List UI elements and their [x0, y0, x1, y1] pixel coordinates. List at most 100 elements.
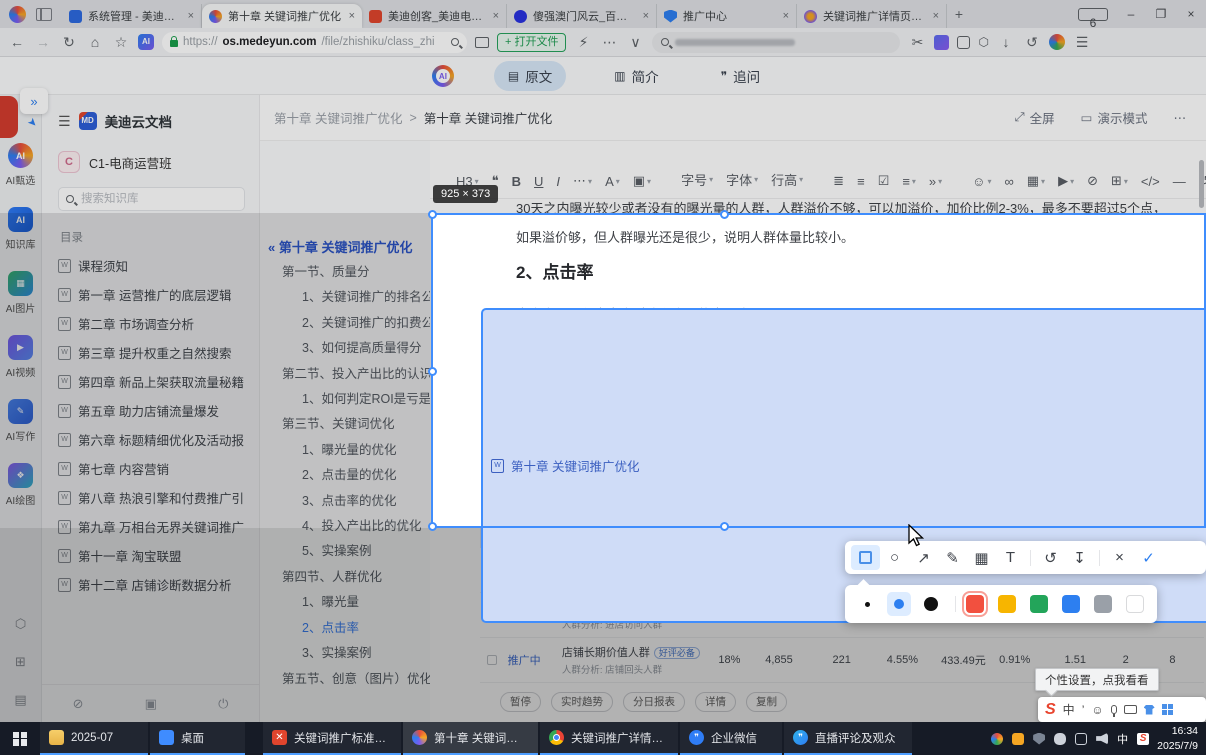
- sidebar-item-ch8[interactable]: W 第八章 热浪引擎和付费推广引: [50, 483, 251, 512]
- detail-button[interactable]: 详情: [695, 692, 736, 712]
- sidebar-item-notice[interactable]: W 课程须知: [50, 251, 251, 280]
- browser-tab[interactable]: 推广中心 ×: [657, 4, 797, 28]
- history-icon[interactable]: ↺: [1023, 34, 1041, 51]
- taskbar-clock[interactable]: 16:34 2025/7/9: [1155, 722, 1206, 755]
- search-icon[interactable]: [451, 38, 459, 46]
- nav-item[interactable]: 2、点击量的优化: [260, 463, 430, 488]
- rail-item-knowledge[interactable]: AI 知识库: [6, 207, 36, 251]
- profile-avatar[interactable]: [1048, 34, 1065, 50]
- ime-toolbox-icon[interactable]: [1161, 704, 1173, 715]
- underline-icon[interactable]: U: [534, 174, 543, 189]
- annotation-box[interactable]: [527, 321, 721, 348]
- sidebar-item-ch11[interactable]: W 第十一章 淘宝联盟: [50, 541, 251, 570]
- skin-icon[interactable]: [1143, 704, 1155, 715]
- collapse-up-icon[interactable]: »: [20, 88, 48, 114]
- more-actions-button[interactable]: ⋯: [1174, 110, 1187, 125]
- nav-item[interactable]: 1、曝光量: [260, 590, 430, 615]
- browser-tab[interactable]: 傻强澳门风云_百度搜索 ×: [507, 4, 657, 28]
- sidebar-item-ch9[interactable]: W 第九章 万相台无界关键词推广: [50, 512, 251, 541]
- window-layout-icon[interactable]: [36, 8, 52, 21]
- nav-item[interactable]: 第一节、质量分: [260, 260, 430, 285]
- space-row[interactable]: C C1-电商运营班: [42, 141, 259, 181]
- resize-handle[interactable]: [816, 386, 824, 395]
- color-swatch-red-selected[interactable]: [962, 591, 988, 617]
- edit-icon[interactable]: ⊘: [73, 696, 84, 712]
- punctuation-icon[interactable]: ’: [1082, 704, 1085, 716]
- tray-volume-icon[interactable]: [1096, 732, 1109, 745]
- col-header[interactable]: 推广人群: [559, 530, 715, 545]
- tab-close-icon[interactable]: ×: [493, 10, 499, 22]
- rail-item-ai-select[interactable]: AI AI甄选: [6, 143, 35, 187]
- sidebar-item-ch7[interactable]: W 第七章 内容营销: [50, 454, 251, 483]
- ime-mode-toggle[interactable]: 中: [1063, 704, 1075, 716]
- chevron-down-icon[interactable]: ∨: [626, 34, 644, 51]
- tab-close-icon[interactable]: ×: [643, 10, 649, 22]
- rail-item-ai-video[interactable]: ▶ AI视频: [6, 335, 35, 379]
- nav-item[interactable]: 3、点击率的优化: [260, 489, 430, 514]
- tab-ask[interactable]: ❞ 追问: [707, 61, 774, 91]
- taskbar-app-folder[interactable]: 2025-07: [40, 722, 148, 755]
- tray-display-icon[interactable]: [1075, 732, 1088, 745]
- brush-size-small[interactable]: [855, 592, 879, 616]
- nav-item[interactable]: 4、投入产出比的优化（观察7天/15: [260, 514, 496, 539]
- present-mode-button[interactable]: ▭ 演示模式: [1081, 108, 1148, 127]
- audience-name[interactable]: 优质人群扩展: [562, 564, 628, 576]
- undo-tool[interactable]: ↺: [1036, 545, 1065, 570]
- insert-image-icon[interactable]: ▦ ▾: [1027, 173, 1045, 189]
- annotation-box[interactable]: [725, 317, 912, 350]
- taskbar-app-doc[interactable]: ✕ 关键词推广标准计...: [263, 722, 401, 755]
- sidebar-item-ch1[interactable]: W 第一章 运营推广的底层逻辑: [50, 280, 251, 309]
- start-button[interactable]: [0, 722, 40, 755]
- nav-item-active[interactable]: 2、点击率: [260, 616, 430, 641]
- scrollbar-thumb[interactable]: [1199, 160, 1204, 208]
- table-icon[interactable]: ⊞ ▾: [1111, 173, 1128, 189]
- taskbar-app-wecom[interactable]: ❞ 企业微信: [680, 722, 782, 755]
- toolbar-search-input[interactable]: [652, 31, 901, 53]
- realtime-trend-button[interactable]: 实时趋势: [551, 692, 613, 712]
- close-button[interactable]: ×: [1176, 0, 1206, 28]
- taskbar-app-chrome[interactable]: 关键词推广详情页...: [540, 722, 678, 755]
- col-header[interactable]: 展现量: [762, 530, 829, 545]
- color-swatch-blue[interactable]: [1062, 595, 1080, 613]
- breadcrumb-parent[interactable]: 第十章 关键词推广优化: [274, 108, 402, 127]
- puzzle-icon[interactable]: ⬡: [15, 616, 26, 632]
- insert-video-icon[interactable]: ▶ ▾: [1058, 173, 1074, 189]
- nav-item[interactable]: 第五节、创意（图片）优化: [260, 667, 432, 692]
- reading-mode-icon[interactable]: [957, 35, 971, 49]
- pen-tool[interactable]: ✎: [938, 545, 967, 570]
- nav-item[interactable]: 3、如何提高质量得分: [260, 336, 430, 361]
- browser-tab-active[interactable]: 第十章 关键词推广优化 ×: [202, 4, 362, 28]
- download-icon[interactable]: ↓: [997, 34, 1015, 50]
- bullet-list-icon[interactable]: ≣: [833, 173, 844, 189]
- nav-item[interactable]: 第三节、关键词优化: [260, 412, 430, 437]
- tray-browser-icon[interactable]: [991, 732, 1004, 745]
- tab-close-icon[interactable]: ×: [933, 10, 939, 22]
- annotation-box[interactable]: [1075, 315, 1182, 352]
- rail-item-ai-writing[interactable]: ✎ AI写作: [6, 399, 35, 443]
- tab-close-icon[interactable]: ×: [783, 10, 789, 22]
- resize-handle[interactable]: [816, 405, 824, 413]
- cancel-capture-button[interactable]: ×: [1105, 545, 1134, 570]
- taskbar-app-desktop[interactable]: 桌面: [150, 722, 245, 755]
- highlight-icon[interactable]: ▣ ▾: [633, 173, 651, 189]
- row-checkbox[interactable]: [487, 565, 498, 575]
- power-icon[interactable]: ⏻: [218, 696, 228, 712]
- more-icon[interactable]: ⋯: [600, 34, 618, 51]
- annotation-box[interactable]: [917, 311, 1073, 350]
- knowledge-search[interactable]: [58, 187, 245, 211]
- scissors-icon[interactable]: ✂: [908, 34, 926, 51]
- browser-tab[interactable]: 系统管理 - 美迪云管理 ×: [62, 4, 202, 28]
- new-tab-button[interactable]: +: [947, 6, 971, 28]
- select-all-checkbox[interactable]: [487, 532, 498, 542]
- nav-item[interactable]: 3、实操案例: [260, 641, 430, 666]
- audience-name[interactable]: 店铺长期价值人群: [562, 647, 650, 659]
- ai-extension-icon[interactable]: AI: [138, 34, 154, 50]
- extensions-icon[interactable]: ⬡: [978, 35, 988, 49]
- divider-icon[interactable]: —: [1173, 174, 1186, 189]
- nav-item[interactable]: 1、关键词推广的排名公式: [260, 285, 446, 310]
- rail-item-ai-image[interactable]: ▦ AI图片: [6, 271, 35, 315]
- tab-original[interactable]: ▤ 原文: [493, 60, 567, 91]
- text-tool[interactable]: T: [996, 545, 1025, 570]
- audience-name[interactable]: 智能拉新人群: [562, 602, 628, 614]
- tab-close-icon[interactable]: ×: [349, 10, 355, 22]
